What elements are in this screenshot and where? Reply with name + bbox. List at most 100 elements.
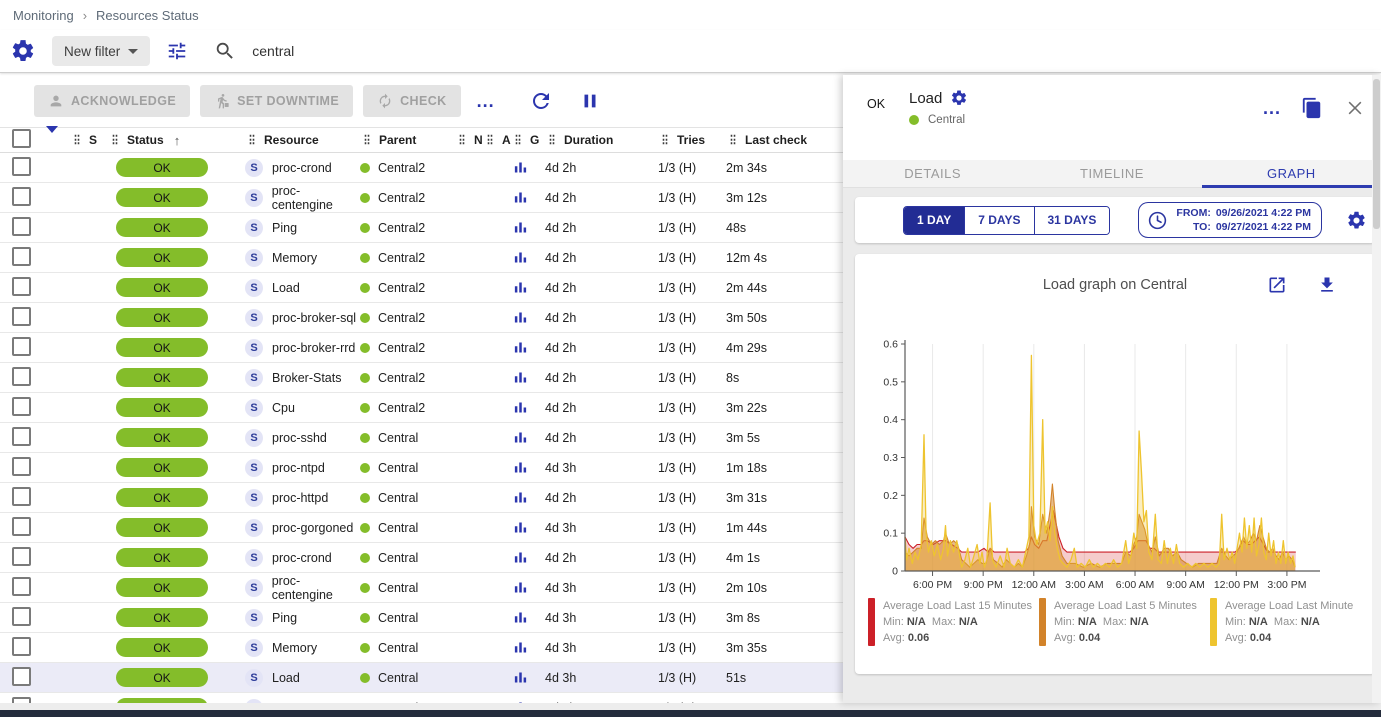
close-panel-icon[interactable] xyxy=(1343,96,1367,120)
resource-name[interactable]: proc-broker-rrd xyxy=(272,341,355,355)
select-all-checkbox[interactable] xyxy=(12,129,31,148)
set-downtime-button[interactable]: SET DOWNTIME xyxy=(200,85,353,117)
graph-icon[interactable] xyxy=(511,278,545,297)
row-checkbox[interactable] xyxy=(12,637,31,656)
graph-icon[interactable] xyxy=(511,638,545,657)
graph-options-gear-icon[interactable] xyxy=(1344,208,1369,233)
resource-name[interactable]: proc-gorgoned xyxy=(272,521,353,535)
breadcrumb-resources-status[interactable]: Resources Status xyxy=(96,8,199,23)
column-header-status[interactable]: ⋮Status↑ xyxy=(108,133,245,148)
row-checkbox[interactable] xyxy=(12,607,31,626)
vertical-scrollbar[interactable] xyxy=(1372,75,1381,703)
parent-name[interactable]: Central2 xyxy=(378,251,425,265)
row-checkbox[interactable] xyxy=(12,337,31,356)
legend-item[interactable]: Average Load Last 5 MinutesMin: N/A Max:… xyxy=(1039,598,1204,646)
column-header-parent[interactable]: ⋮Parent xyxy=(360,133,455,147)
resource-name[interactable]: Memory xyxy=(272,641,317,655)
graph-icon[interactable] xyxy=(511,218,545,237)
graph-icon[interactable] xyxy=(511,308,545,327)
graph-icon[interactable] xyxy=(511,338,545,357)
resource-name[interactable]: Cpu xyxy=(272,401,295,415)
panel-more-button[interactable]: ... xyxy=(1263,103,1281,113)
copy-link-icon[interactable] xyxy=(1299,95,1325,121)
column-header-resource[interactable]: ⋮Resource xyxy=(245,133,360,147)
row-checkbox[interactable] xyxy=(12,577,31,596)
parent-name[interactable]: Central xyxy=(378,641,418,655)
parent-name[interactable]: Central2 xyxy=(378,401,425,415)
parent-name[interactable]: Central xyxy=(378,581,418,595)
parent-name[interactable]: Central2 xyxy=(378,161,425,175)
graph-icon[interactable] xyxy=(511,458,545,477)
column-header-last-check[interactable]: ⋮Last check xyxy=(726,133,848,147)
horizontal-scrollbar[interactable] xyxy=(0,703,1381,710)
refresh-button[interactable] xyxy=(527,87,555,115)
resource-name[interactable]: proc-centengine xyxy=(272,574,360,602)
parent-name[interactable]: Central xyxy=(378,491,418,505)
panel-settings-gear-icon[interactable] xyxy=(950,89,968,107)
parent-name[interactable]: Central xyxy=(378,611,418,625)
graph-icon[interactable] xyxy=(511,398,545,417)
download-icon[interactable] xyxy=(1315,273,1339,297)
graph-icon[interactable] xyxy=(511,548,545,567)
resource-name[interactable]: proc-crond xyxy=(272,551,332,565)
scrollbar-thumb[interactable] xyxy=(1373,79,1380,229)
tab-graph[interactable]: GRAPH xyxy=(1202,160,1381,187)
row-checkbox[interactable] xyxy=(12,217,31,236)
parent-name[interactable]: Central xyxy=(378,431,418,445)
graph-icon[interactable] xyxy=(511,518,545,537)
column-header-g[interactable]: ⋮G xyxy=(511,133,545,147)
tab-details[interactable]: DETAILS xyxy=(843,160,1022,187)
acknowledge-button[interactable]: ACKNOWLEDGE xyxy=(34,85,190,117)
row-checkbox[interactable] xyxy=(12,457,31,476)
parent-name[interactable]: Central xyxy=(378,551,418,565)
resource-name[interactable]: proc-httpd xyxy=(272,491,328,505)
parent-name[interactable]: Central xyxy=(378,671,418,685)
graph-icon[interactable] xyxy=(511,188,545,207)
resource-name[interactable]: Broker-Stats xyxy=(272,371,341,385)
parent-name[interactable]: Central2 xyxy=(378,191,425,205)
graph-icon[interactable] xyxy=(511,578,545,597)
row-checkbox[interactable] xyxy=(12,157,31,176)
parent-name[interactable]: Central2 xyxy=(378,281,425,295)
row-checkbox[interactable] xyxy=(12,487,31,506)
row-checkbox[interactable] xyxy=(12,517,31,536)
range-1-day-button[interactable]: 1 DAY xyxy=(904,207,965,234)
resource-name[interactable]: proc-sshd xyxy=(272,431,327,445)
graph-icon[interactable] xyxy=(511,368,545,387)
row-checkbox[interactable] xyxy=(12,367,31,386)
row-checkbox[interactable] xyxy=(12,307,31,326)
column-header-n[interactable]: ⋮N xyxy=(455,133,483,147)
resource-name[interactable]: Ping xyxy=(272,611,297,625)
resource-name[interactable]: Load xyxy=(272,671,300,685)
resource-name[interactable]: proc-centengine xyxy=(272,184,360,212)
graph-icon[interactable] xyxy=(511,248,545,267)
filter-settings-gear-icon[interactable] xyxy=(8,36,38,66)
range-31-days-button[interactable]: 31 DAYS xyxy=(1035,207,1110,234)
column-header-s[interactable]: ⋮S xyxy=(70,133,108,147)
parent-name[interactable]: Central2 xyxy=(378,311,425,325)
range-7-days-button[interactable]: 7 DAYS xyxy=(965,207,1034,234)
row-checkbox[interactable] xyxy=(12,427,31,446)
resource-name[interactable]: Load xyxy=(272,281,300,295)
resource-name[interactable]: Memory xyxy=(272,251,317,265)
new-filter-dropdown[interactable]: New filter xyxy=(52,36,150,66)
search-input[interactable]: central xyxy=(252,43,294,59)
to-value[interactable]: 09/27/2021 4:22 PM xyxy=(1216,220,1311,234)
check-button[interactable]: CHECK xyxy=(363,85,460,117)
graph-icon[interactable] xyxy=(511,428,545,447)
from-value[interactable]: 09/26/2021 4:22 PM xyxy=(1216,206,1311,220)
graph-icon[interactable] xyxy=(511,608,545,627)
row-checkbox[interactable] xyxy=(12,397,31,416)
parent-name[interactable]: Central2 xyxy=(378,221,425,235)
parent-name[interactable]: Central xyxy=(378,521,418,535)
parent-name[interactable]: Central xyxy=(378,461,418,475)
resource-name[interactable]: proc-crond xyxy=(272,161,332,175)
selection-menu-caret-icon[interactable] xyxy=(46,126,58,147)
resource-name[interactable]: proc-ntpd xyxy=(272,461,325,475)
resource-name[interactable]: Ping xyxy=(272,221,297,235)
graph-icon[interactable] xyxy=(511,668,545,687)
pause-button[interactable] xyxy=(577,88,603,114)
legend-item[interactable]: Average Load Last MinuteMin: N/A Max: N/… xyxy=(1210,598,1375,646)
column-header-tries[interactable]: ⋮Tries xyxy=(658,133,726,147)
row-checkbox[interactable] xyxy=(12,547,31,566)
